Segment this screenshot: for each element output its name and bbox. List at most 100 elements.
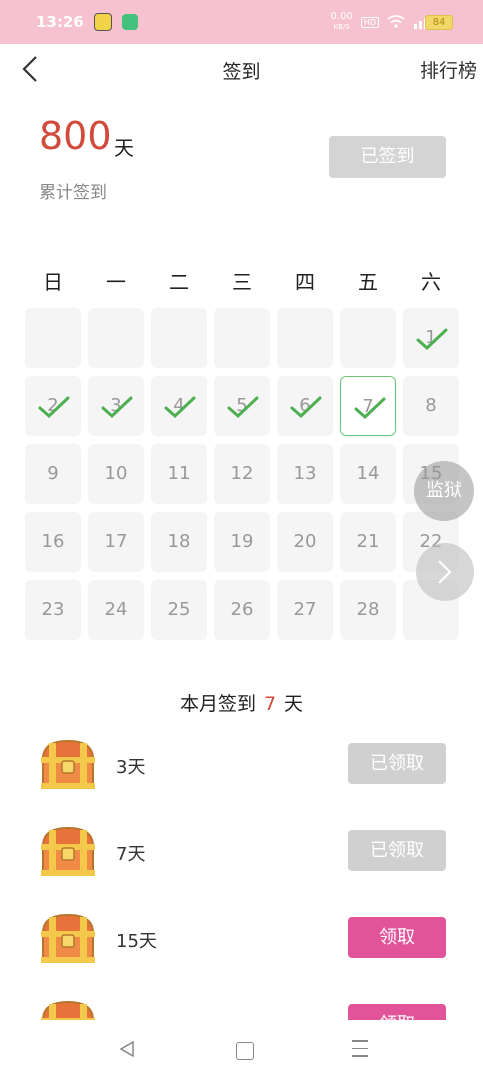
- status-bar: 13:26 0.00 KB/S HD 84: [0, 0, 483, 44]
- total-days-unit: 天: [114, 136, 134, 160]
- calendar-day[interactable]: 1: [403, 308, 459, 368]
- nav-back-icon[interactable]: [118, 1040, 136, 1058]
- weekday-label: 日: [43, 270, 63, 294]
- calendar-day[interactable]: 2: [25, 376, 81, 436]
- reward-threshold-label: 3天: [116, 757, 146, 778]
- calendar-day-number: 19: [230, 531, 254, 552]
- calendar-day-number: 26: [230, 599, 254, 620]
- calendar-day-number: 27: [293, 599, 317, 620]
- month-summary-suffix: 天: [284, 693, 304, 715]
- claimed-button[interactable]: 已领取: [348, 830, 446, 871]
- calendar-day-number: 25: [167, 599, 191, 620]
- app-notification-icon: [121, 14, 138, 30]
- month-signin-count: 7: [263, 693, 277, 715]
- check-icon: [354, 397, 386, 420]
- total-signin-label: 累计签到: [39, 183, 107, 203]
- calendar-day[interactable]: 8: [403, 376, 459, 436]
- calendar-empty-cell: [151, 308, 207, 368]
- claim-button[interactable]: 领取: [348, 917, 446, 958]
- check-icon: [38, 396, 70, 419]
- calendar-day[interactable]: 21: [340, 512, 396, 572]
- calendar-day-number: 21: [356, 531, 380, 552]
- signed-in-button[interactable]: 已签到: [329, 136, 446, 178]
- calendar-day-number: 8: [425, 395, 437, 416]
- calendar-day[interactable]: 5: [214, 376, 270, 436]
- check-icon: [101, 396, 133, 419]
- calendar-day-number: 11: [167, 463, 191, 484]
- calendar-empty-cell: [25, 308, 81, 368]
- calendar-day[interactable]: 17: [88, 512, 144, 572]
- calendar-day[interactable]: 16: [25, 512, 81, 572]
- weekday-label: 五: [358, 270, 378, 294]
- hd-icon: HD: [360, 16, 379, 28]
- claimed-button[interactable]: 已领取: [348, 743, 446, 784]
- calendar-day-number: 23: [41, 599, 65, 620]
- check-icon: [416, 328, 448, 351]
- calendar-day[interactable]: 24: [88, 580, 144, 640]
- weekday-label: 三: [232, 270, 252, 294]
- check-icon: [164, 396, 196, 419]
- calendar-day[interactable]: 6: [277, 376, 333, 436]
- calendar-day-number: 13: [293, 463, 317, 484]
- next-month-button[interactable]: [416, 543, 474, 601]
- calendar-day-number: 16: [41, 531, 65, 552]
- ranking-link[interactable]: 排行榜: [420, 56, 477, 83]
- weekday-label: 二: [169, 270, 189, 294]
- calendar-day[interactable]: 7: [340, 376, 396, 436]
- jail-float-button[interactable]: 监狱: [414, 461, 474, 521]
- calendar-day[interactable]: 10: [88, 444, 144, 504]
- calendar-day[interactable]: 18: [151, 512, 207, 572]
- calendar-day[interactable]: 12: [214, 444, 270, 504]
- reward-threshold-label: 7天: [116, 844, 146, 865]
- total-signin-days: 800: [39, 114, 112, 158]
- calendar-day[interactable]: 20: [277, 512, 333, 572]
- calendar-day-number: 10: [104, 463, 128, 484]
- calendar-day-number: 24: [104, 599, 128, 620]
- treasure-chest-icon: [41, 913, 95, 963]
- nav-home-icon[interactable]: [236, 1042, 254, 1060]
- calendar-day[interactable]: 23: [25, 580, 81, 640]
- month-signin-summary: 本月签到 7 天: [0, 689, 483, 716]
- calendar-empty-cell: [340, 308, 396, 368]
- calendar-day[interactable]: 14: [340, 444, 396, 504]
- system-nav-bar: [0, 1020, 483, 1080]
- calendar-day[interactable]: 9: [25, 444, 81, 504]
- calendar-day-number: 9: [47, 463, 59, 484]
- check-icon: [290, 396, 322, 419]
- calendar-day-number: 17: [104, 531, 128, 552]
- app-notification-icon: [93, 13, 112, 31]
- reward-row: 7天 已领取: [0, 820, 483, 890]
- check-icon: [227, 396, 259, 419]
- calendar-day[interactable]: 3: [88, 376, 144, 436]
- calendar-day[interactable]: 13: [277, 444, 333, 504]
- calendar-day-number: 14: [356, 463, 380, 484]
- wifi-icon: [387, 15, 405, 28]
- calendar-day-number: 28: [356, 599, 380, 620]
- battery-icon: 84: [425, 15, 453, 30]
- chevron-right-icon: [438, 560, 452, 584]
- calendar-day-number: 18: [167, 531, 191, 552]
- calendar-day[interactable]: 25: [151, 580, 207, 640]
- weekday-label: 六: [421, 270, 441, 294]
- reward-threshold-label: 15天: [116, 931, 157, 952]
- nav-menu-icon[interactable]: [352, 1040, 368, 1063]
- treasure-chest-icon: [41, 826, 95, 876]
- treasure-chest-icon: [41, 739, 95, 789]
- calendar-empty-cell: [88, 308, 144, 368]
- calendar-day[interactable]: 28: [340, 580, 396, 640]
- month-summary-prefix: 本月签到: [179, 693, 256, 715]
- network-speed: 0.00 KB/S: [330, 11, 353, 32]
- calendar-day-number: 12: [230, 463, 254, 484]
- reward-row: 15天 领取: [0, 907, 483, 977]
- status-time: 13:26: [36, 13, 84, 31]
- calendar-empty-cell: [277, 308, 333, 368]
- header: 签到 排行榜: [0, 44, 483, 94]
- weekday-label: 四: [295, 270, 315, 294]
- calendar-day[interactable]: 26: [214, 580, 270, 640]
- weekday-label: 一: [106, 270, 126, 294]
- page-title: 签到: [222, 61, 261, 83]
- calendar-day[interactable]: 4: [151, 376, 207, 436]
- calendar-day[interactable]: 11: [151, 444, 207, 504]
- calendar-day[interactable]: 19: [214, 512, 270, 572]
- calendar-day[interactable]: 27: [277, 580, 333, 640]
